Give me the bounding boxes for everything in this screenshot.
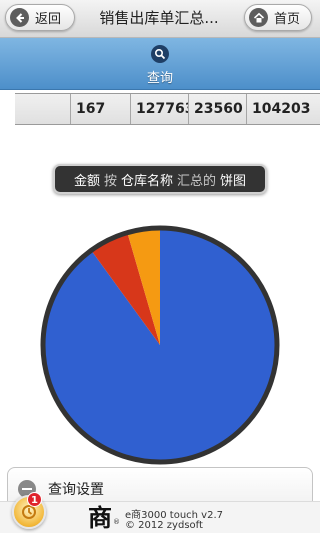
page-title: 销售出库单汇总... bbox=[99, 9, 219, 27]
back-label: 返回 bbox=[35, 12, 62, 27]
query-button[interactable]: 查询 bbox=[0, 38, 320, 90]
summary-cell bbox=[15, 94, 71, 124]
home-label: 首页 bbox=[274, 12, 301, 27]
chart-title-dimension: 仓库名称 bbox=[120, 173, 173, 189]
chart-title-measure: 金额 bbox=[73, 173, 100, 189]
home-button[interactable]: 首页 bbox=[244, 4, 312, 31]
summary-cell: 104203 bbox=[247, 94, 320, 124]
arrow-left-icon bbox=[10, 8, 29, 27]
search-icon bbox=[151, 45, 169, 63]
chart-title: 金额 按 仓库名称 汇总的 饼图 bbox=[53, 164, 267, 194]
footer: 商 ® e商3000 touch v2.7 © 2012 zydsoft bbox=[0, 501, 320, 533]
app-header: 返回 销售出库单汇总... 首页 bbox=[0, 0, 320, 38]
version-text: e商3000 touch v2.7 bbox=[125, 510, 223, 521]
summary-cell: 127763 bbox=[131, 94, 189, 124]
notification-badge: 1 bbox=[27, 492, 42, 507]
copyright-text: © 2012 zydsoft bbox=[125, 520, 203, 531]
back-button[interactable]: 返回 bbox=[5, 4, 75, 31]
app-logo: 商 bbox=[88, 503, 112, 532]
pie-chart bbox=[40, 225, 280, 465]
query-settings-label: 查询设置 bbox=[48, 482, 104, 498]
chart-title-summarized: 汇总的 bbox=[177, 173, 217, 189]
registered-mark: ® bbox=[113, 518, 120, 526]
query-label: 查询 bbox=[146, 71, 173, 86]
chart-title-type: 饼图 bbox=[220, 173, 247, 189]
chart-title-by: 按 bbox=[103, 173, 117, 189]
summary-row: 167 127763 23560 104203 bbox=[15, 93, 320, 125]
summary-cell: 167 bbox=[71, 94, 131, 124]
summary-cell: 23560 bbox=[189, 94, 247, 124]
home-icon bbox=[249, 8, 268, 27]
